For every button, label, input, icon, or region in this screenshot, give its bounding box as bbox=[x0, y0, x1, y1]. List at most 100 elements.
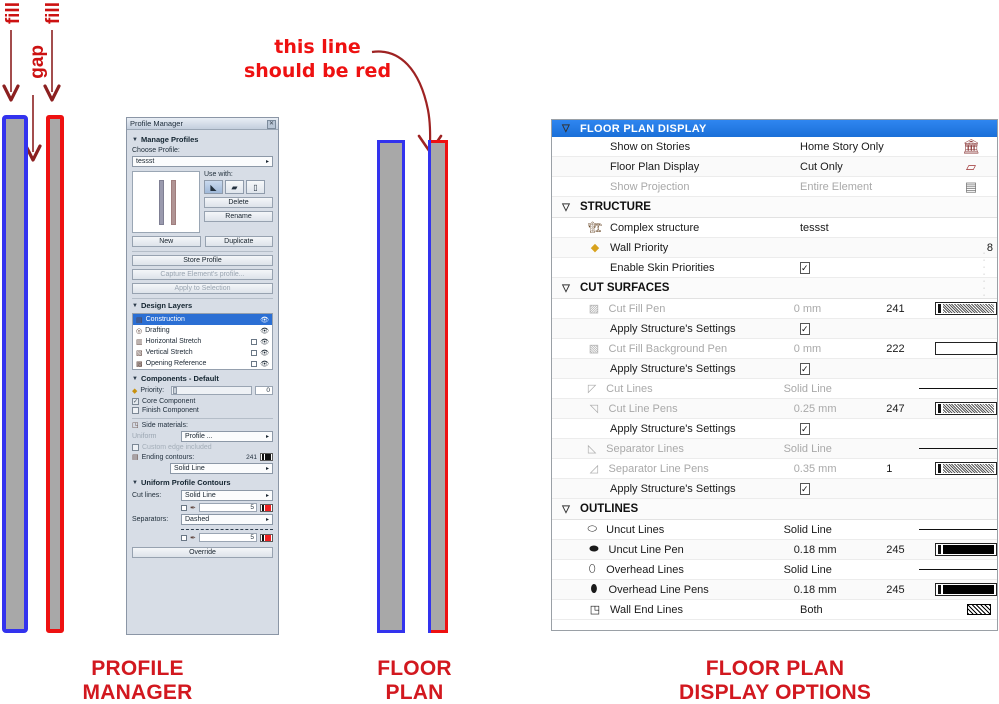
choose-profile-dropdown[interactable]: tessst ▸ bbox=[132, 156, 273, 167]
close-icon[interactable]: ✕ bbox=[267, 119, 276, 129]
table-row[interactable]: Apply Structure's Settings ✓ bbox=[552, 479, 997, 499]
structure-group-header[interactable]: ▽ STRUCTURE bbox=[552, 197, 997, 218]
uniform-material-dropdown[interactable]: Profile ... ▸ bbox=[181, 431, 273, 442]
separators-checkbox[interactable] bbox=[181, 534, 187, 541]
custom-edge-checkbox[interactable] bbox=[132, 444, 139, 451]
cut-lines-pen-value[interactable]: 5 bbox=[198, 503, 257, 512]
uncut-line-pen-swatch[interactable] bbox=[935, 543, 997, 556]
table-row[interactable]: ⬭ Uncut Lines Solid Line bbox=[552, 520, 997, 540]
cut-only-icon[interactable]: ▱ bbox=[966, 159, 976, 175]
cut-line-pens-swatch[interactable] bbox=[935, 402, 997, 415]
separators-row[interactable]: Separators: Dashed ▸ bbox=[132, 514, 273, 525]
separators-dropdown[interactable]: Dashed ▸ bbox=[181, 514, 273, 525]
complex-structure-value[interactable]: tessst bbox=[800, 222, 895, 234]
overhead-line-pens-swatch[interactable] bbox=[935, 583, 997, 596]
collapse-triangle-icon[interactable]: ▽ bbox=[552, 202, 580, 213]
cut-lines-checkbox[interactable] bbox=[181, 504, 187, 511]
uncut-lines-value[interactable]: Solid Line bbox=[784, 524, 873, 536]
apply-structures-settings-checkbox[interactable]: ✓ bbox=[800, 482, 810, 495]
eye-icon[interactable]: 👁 bbox=[260, 316, 269, 324]
cut-lines-pen-swatch[interactable] bbox=[260, 503, 273, 512]
apply-structures-settings-checkbox[interactable]: ✓ bbox=[800, 362, 810, 375]
table-row[interactable]: Apply Structure's Settings ✓ bbox=[552, 359, 997, 379]
finish-component-row[interactable]: Finish Component bbox=[132, 407, 273, 414]
cut-lines-pen-row[interactable]: ✒ 5 bbox=[181, 503, 273, 512]
rename-button[interactable]: Rename bbox=[204, 211, 273, 222]
list-item[interactable]: ▩ Opening Reference 👁 bbox=[133, 358, 272, 369]
table-row[interactable]: Show on Stories Home Story Only 🏛 bbox=[552, 137, 997, 157]
finish-component-checkbox[interactable] bbox=[132, 407, 139, 414]
cut-fill-background-pen-swatch[interactable] bbox=[935, 342, 997, 355]
uniform-profile-contours-header[interactable]: ▼ Uniform Profile Contours bbox=[132, 478, 273, 487]
design-layers-list[interactable]: ▤ Construction 👁 ◎ Drafting 👁 ▥ Horizont… bbox=[132, 313, 273, 370]
wall-end-lines-value[interactable]: Both bbox=[800, 604, 895, 616]
eye-icon[interactable]: 👁 bbox=[260, 338, 269, 346]
overhead-lines-value[interactable]: Solid Line bbox=[784, 564, 873, 576]
ending-contours-line-dropdown[interactable]: Solid Line ▸ bbox=[170, 463, 273, 474]
uncut-line-pen-number[interactable]: 245 bbox=[886, 544, 935, 556]
table-row[interactable]: Apply Structure's Settings ✓ bbox=[552, 419, 997, 439]
core-component-checkbox[interactable]: ✓ bbox=[132, 398, 139, 405]
table-row[interactable]: ◳ Wall End Lines Both bbox=[552, 600, 997, 620]
collapse-triangle-icon[interactable]: ▽ bbox=[552, 504, 580, 515]
layer-checkbox[interactable] bbox=[251, 360, 258, 367]
column-icon[interactable]: ▯ bbox=[246, 180, 265, 194]
apply-to-selection-button[interactable]: Apply to Selection bbox=[132, 283, 273, 294]
ending-contours-pen-swatch[interactable] bbox=[260, 453, 273, 461]
beam-icon[interactable]: ▰ bbox=[225, 180, 244, 194]
eye-icon[interactable]: 👁 bbox=[260, 360, 269, 368]
uncut-line-pen-size[interactable]: 0.18 mm bbox=[794, 544, 887, 556]
table-row[interactable]: ⬮ Overhead Line Pens 0.18 mm 245 bbox=[552, 580, 997, 600]
table-row[interactable]: 🏗 Complex structure tessst bbox=[552, 218, 997, 238]
outlines-group-header[interactable]: ▽ OUTLINES bbox=[552, 499, 997, 520]
separators-pen-swatch[interactable] bbox=[260, 533, 273, 542]
priority-slider[interactable] bbox=[171, 386, 252, 395]
table-row[interactable]: Enable Skin Priorities ✓ bbox=[552, 258, 997, 278]
separators-pen-value[interactable]: 5 bbox=[198, 533, 257, 542]
floor-plan-display-options-panel[interactable]: ▽ FLOOR PLAN DISPLAY Show on Stories Hom… bbox=[551, 119, 998, 631]
wall-end-fill-swatch[interactable] bbox=[967, 604, 991, 615]
uniform-row[interactable]: Uniform Profile ... ▸ bbox=[132, 431, 273, 442]
design-layers-section-header[interactable]: ▼ Design Layers bbox=[132, 301, 273, 310]
components-section-header[interactable]: ▼ Components - Default bbox=[132, 374, 273, 383]
priority-value[interactable]: 0 bbox=[255, 386, 273, 395]
priority-row[interactable]: ◆ Priority: 0 bbox=[132, 386, 273, 395]
list-item[interactable]: ◎ Drafting 👁 bbox=[133, 325, 272, 336]
overhead-line-pens-number[interactable]: 245 bbox=[886, 584, 935, 596]
apply-structures-settings-checkbox[interactable]: ✓ bbox=[800, 422, 810, 435]
table-row[interactable]: ⬬ Uncut Line Pen 0.18 mm 245 bbox=[552, 540, 997, 560]
capture-element-profile-button[interactable]: Capture Element's profile... bbox=[132, 269, 273, 280]
list-item[interactable]: ▤ Construction 👁 bbox=[133, 314, 272, 325]
floor-plan-display-value[interactable]: Cut Only bbox=[800, 161, 895, 173]
wall-icon[interactable]: ◣ bbox=[204, 180, 223, 194]
enable-skin-priorities-checkbox[interactable]: ✓ bbox=[800, 261, 810, 274]
list-item[interactable]: ▥ Horizontal Stretch 👁 bbox=[133, 336, 272, 347]
manage-profiles-section-header[interactable]: ▼ Manage Profiles bbox=[132, 135, 273, 144]
new-button[interactable]: New bbox=[132, 236, 201, 247]
delete-button[interactable]: Delete bbox=[204, 197, 273, 208]
overhead-line-pens-size[interactable]: 0.18 mm bbox=[794, 584, 887, 596]
table-row[interactable]: Apply Structure's Settings ✓ bbox=[552, 319, 997, 339]
store-profile-button[interactable]: Store Profile bbox=[132, 255, 273, 266]
core-component-row[interactable]: ✓ Core Component bbox=[132, 398, 273, 405]
separators-pen-row[interactable]: ✒ 5 bbox=[181, 533, 273, 542]
duplicate-button[interactable]: Duplicate bbox=[204, 236, 273, 247]
show-on-stories-value[interactable]: Home Story Only bbox=[800, 141, 895, 153]
cut-lines-dropdown[interactable]: Solid Line ▸ bbox=[181, 490, 273, 501]
override-button[interactable]: Override bbox=[132, 547, 273, 558]
collapse-triangle-icon[interactable]: ▽ bbox=[552, 123, 580, 134]
cut-lines-row[interactable]: Cut lines: Solid Line ▸ bbox=[132, 490, 273, 501]
eye-icon[interactable]: 👁 bbox=[260, 349, 269, 357]
floor-plan-display-header[interactable]: ▽ FLOOR PLAN DISPLAY bbox=[552, 120, 997, 137]
cut-surfaces-group-header[interactable]: ▽ CUT SURFACES bbox=[552, 278, 997, 299]
table-row[interactable]: Floor Plan Display Cut Only ▱ bbox=[552, 157, 997, 177]
custom-edge-row[interactable]: Custom edge included bbox=[132, 444, 273, 451]
layer-checkbox[interactable] bbox=[251, 338, 258, 345]
ending-contours-row[interactable]: ▤ Ending contours: 241 bbox=[132, 453, 273, 461]
layer-checkbox[interactable] bbox=[251, 349, 258, 356]
collapse-triangle-icon[interactable]: ▽ bbox=[552, 283, 580, 294]
profile-manager-palette[interactable]: Profile Manager ✕ ▼ Manage Profiles Choo… bbox=[126, 117, 279, 635]
table-row[interactable]: ⬯ Overhead Lines Solid Line bbox=[552, 560, 997, 580]
apply-structures-settings-checkbox[interactable]: ✓ bbox=[800, 322, 810, 335]
table-row[interactable]: ◆ Wall Priority · · · · · · · · 8 bbox=[552, 238, 997, 306]
